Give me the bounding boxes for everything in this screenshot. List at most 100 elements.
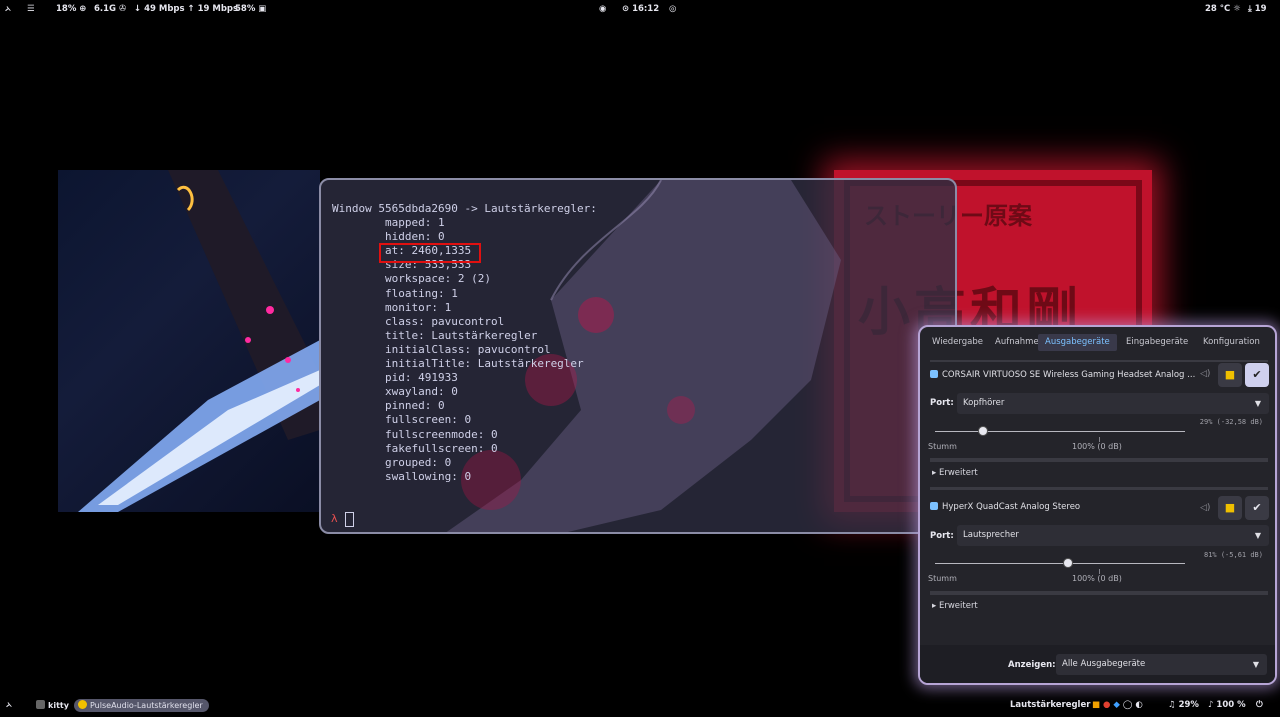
active-window-title: Lautstärkeregler bbox=[1010, 700, 1091, 710]
terminal-line: xwayland: 0 bbox=[385, 385, 458, 399]
tray-folder-icon[interactable]: ■ bbox=[1092, 700, 1100, 710]
bottom-taskbar: ᨂ kitty PulseAudio-Lautstärkeregler Laut… bbox=[0, 697, 1280, 717]
device-2-name: HyperX QuadCast Analog Stereo bbox=[942, 502, 1081, 512]
mic-indicator-value: 100 % bbox=[1216, 700, 1246, 710]
terminal-icon bbox=[36, 700, 45, 709]
clock[interactable]: ⊙ 16:12 bbox=[622, 4, 659, 14]
terminal-line: pinned: 0 bbox=[385, 399, 445, 413]
mute-label-2: Stumm bbox=[928, 574, 957, 583]
mute-label-1: Stumm bbox=[928, 442, 957, 451]
tray-whatsapp-icon[interactable]: ◯ bbox=[1123, 700, 1133, 710]
battery-status: 58% ▣ bbox=[235, 4, 267, 14]
headphones-icon bbox=[930, 370, 938, 378]
speaker-icon[interactable]: ◁) bbox=[1200, 503, 1210, 513]
wallpaper-left bbox=[58, 170, 320, 512]
device-2-title: HyperX QuadCast Analog Stereo bbox=[930, 502, 1080, 512]
task-kitty[interactable]: kitty bbox=[32, 699, 75, 712]
port-value-1: Kopfhörer bbox=[963, 398, 1005, 408]
tab-ausgabegeräte[interactable]: Ausgabegeräte bbox=[1038, 334, 1117, 351]
show-devices-select[interactable]: Alle Ausgabegeräte ▼ bbox=[1056, 654, 1267, 675]
divider bbox=[930, 360, 1268, 362]
tray-discord-icon[interactable]: ◐ bbox=[1135, 700, 1142, 710]
volume-slider-2[interactable] bbox=[935, 563, 1185, 564]
pavu-footer: Anzeigen: Alle Ausgabegeräte ▼ bbox=[920, 645, 1275, 683]
menu-icon[interactable]: ☰ bbox=[27, 4, 35, 14]
eye-slash-icon[interactable]: ◉ bbox=[599, 4, 606, 14]
volume-readout-1: 29% (-32,58 dB) bbox=[1199, 418, 1263, 426]
divider bbox=[930, 487, 1268, 490]
record-icon[interactable]: ◎ bbox=[669, 4, 676, 14]
volume-slider-handle-1[interactable] bbox=[977, 426, 988, 436]
port-label: Port: bbox=[930, 531, 954, 541]
check-icon: ✔ bbox=[1252, 501, 1262, 514]
launcher-icon[interactable]: ᨂ bbox=[5, 4, 11, 14]
terminal-line: fullscreenmode: 0 bbox=[385, 427, 498, 441]
chevron-down-icon: ▼ bbox=[1252, 660, 1259, 669]
volume-slider-1[interactable] bbox=[935, 431, 1185, 432]
terminal-line: mapped: 1 bbox=[385, 216, 445, 230]
tab-eingabegeräte[interactable]: Eingabegeräte bbox=[1126, 334, 1188, 351]
base-volume-label-1: 100% (0 dB) bbox=[1072, 442, 1122, 451]
lock-icon: ■ bbox=[1224, 368, 1236, 381]
volume-indicator[interactable]: ♫ 29% bbox=[1168, 700, 1199, 710]
tab-konfiguration[interactable]: Konfiguration bbox=[1203, 334, 1260, 351]
terminal-line: workspace: 2 (2) bbox=[385, 272, 491, 286]
terminal-line: grouped: 0 bbox=[385, 455, 452, 469]
terminal-header: Window 5565dbda2690 -> Lautstärkeregler: bbox=[332, 202, 597, 215]
volume-slider-handle-2[interactable] bbox=[1062, 558, 1073, 568]
terminal-line: swallowing: 0 bbox=[385, 469, 472, 483]
terminal-line: class: pavucontrol bbox=[385, 314, 505, 328]
network-speed: ↓ 49 Mbps ↑ 19 Mbps bbox=[134, 4, 239, 14]
lock-icon: ■ bbox=[1224, 501, 1236, 514]
temperature: 28 °C ☼ bbox=[1205, 4, 1241, 14]
lock-channels-button[interactable]: ■ bbox=[1218, 363, 1242, 387]
speaker-icon[interactable]: ◁) bbox=[1200, 369, 1210, 379]
headphones-icon: ♫ bbox=[1168, 700, 1176, 710]
pavucontrol-window[interactable]: Wiedergabe Aufnahme Ausgabegeräte Eingabege… bbox=[918, 325, 1277, 685]
volume-readout-2: 81% (-5,61 dB) bbox=[1203, 551, 1263, 559]
chevron-down-icon: ▼ bbox=[1254, 531, 1261, 540]
tray-browser-icon[interactable]: ● bbox=[1103, 700, 1110, 710]
set-default-button[interactable]: ✔ bbox=[1245, 496, 1269, 520]
audio-card-icon bbox=[930, 502, 938, 510]
kitty-terminal-window[interactable]: Window 5565dbda2690 -> Lautstärkeregler:… bbox=[319, 178, 957, 534]
port-select-2[interactable]: Lautsprecher ▼ bbox=[957, 525, 1269, 546]
text-cursor[interactable] bbox=[345, 512, 354, 527]
divider bbox=[930, 458, 1268, 462]
lock-channels-button[interactable]: ■ bbox=[1218, 496, 1242, 520]
port-select-1[interactable]: Kopfhörer ▼ bbox=[957, 393, 1269, 414]
divider bbox=[930, 591, 1268, 595]
terminal-line: fakefullscreen: 0 bbox=[385, 441, 498, 455]
terminal-line: initialClass: pavucontrol bbox=[385, 342, 551, 356]
tray-icons[interactable]: ■ ● ◆ ◯ ◐ bbox=[1092, 700, 1143, 710]
task-pavucontrol[interactable]: PulseAudio-Lautstärkeregler bbox=[74, 699, 209, 712]
tab-wiedergabe[interactable]: Wiedergabe bbox=[932, 334, 983, 351]
terminal-line: title: Lautstärkeregler bbox=[385, 328, 538, 342]
wallpaper-left-art bbox=[78, 170, 320, 512]
device-1-title: CORSAIR VIRTUOSO SE Wireless Gaming Head… bbox=[930, 370, 1195, 380]
tray-network-icon[interactable]: ◆ bbox=[1113, 700, 1120, 710]
terminal-line: monitor: 1 bbox=[385, 300, 452, 314]
device-1-name: CORSAIR VIRTUOSO SE Wireless Gaming Head… bbox=[942, 370, 1196, 380]
volume-indicator-value: 29% bbox=[1178, 700, 1199, 710]
show-devices-value: Alle Ausgabegeräte bbox=[1062, 659, 1146, 669]
cpu-usage: 18% ⊕ bbox=[56, 4, 87, 14]
show-label: Anzeigen: bbox=[1008, 660, 1056, 670]
mic-indicator[interactable]: ♪ 100 % bbox=[1208, 700, 1246, 710]
annotation-highlight-box bbox=[379, 243, 481, 263]
updates-indicator[interactable]: ⤓ 19 bbox=[1248, 4, 1267, 14]
task-kitty-label: kitty bbox=[48, 701, 69, 710]
check-icon: ✔ bbox=[1252, 368, 1262, 381]
port-label: Port: bbox=[930, 398, 954, 408]
task-pavucontrol-label: PulseAudio-Lautstärkeregler bbox=[90, 701, 203, 710]
terminal-line: initialTitle: Lautstärkeregler bbox=[385, 357, 584, 371]
base-volume-label-2: 100% (0 dB) bbox=[1072, 574, 1122, 583]
launcher-icon[interactable]: ᨂ bbox=[6, 700, 12, 710]
set-default-button[interactable]: ✔ bbox=[1245, 363, 1269, 387]
power-icon[interactable]: ⏻ bbox=[1256, 700, 1263, 710]
advanced-expander-1[interactable]: ▸ Erweitert bbox=[932, 468, 978, 478]
advanced-expander-2[interactable]: ▸ Erweitert bbox=[932, 601, 978, 611]
tab-aufnahme[interactable]: Aufnahme bbox=[995, 334, 1039, 351]
terminal-line: fullscreen: 0 bbox=[385, 413, 472, 427]
pavucontrol-icon bbox=[78, 700, 87, 709]
